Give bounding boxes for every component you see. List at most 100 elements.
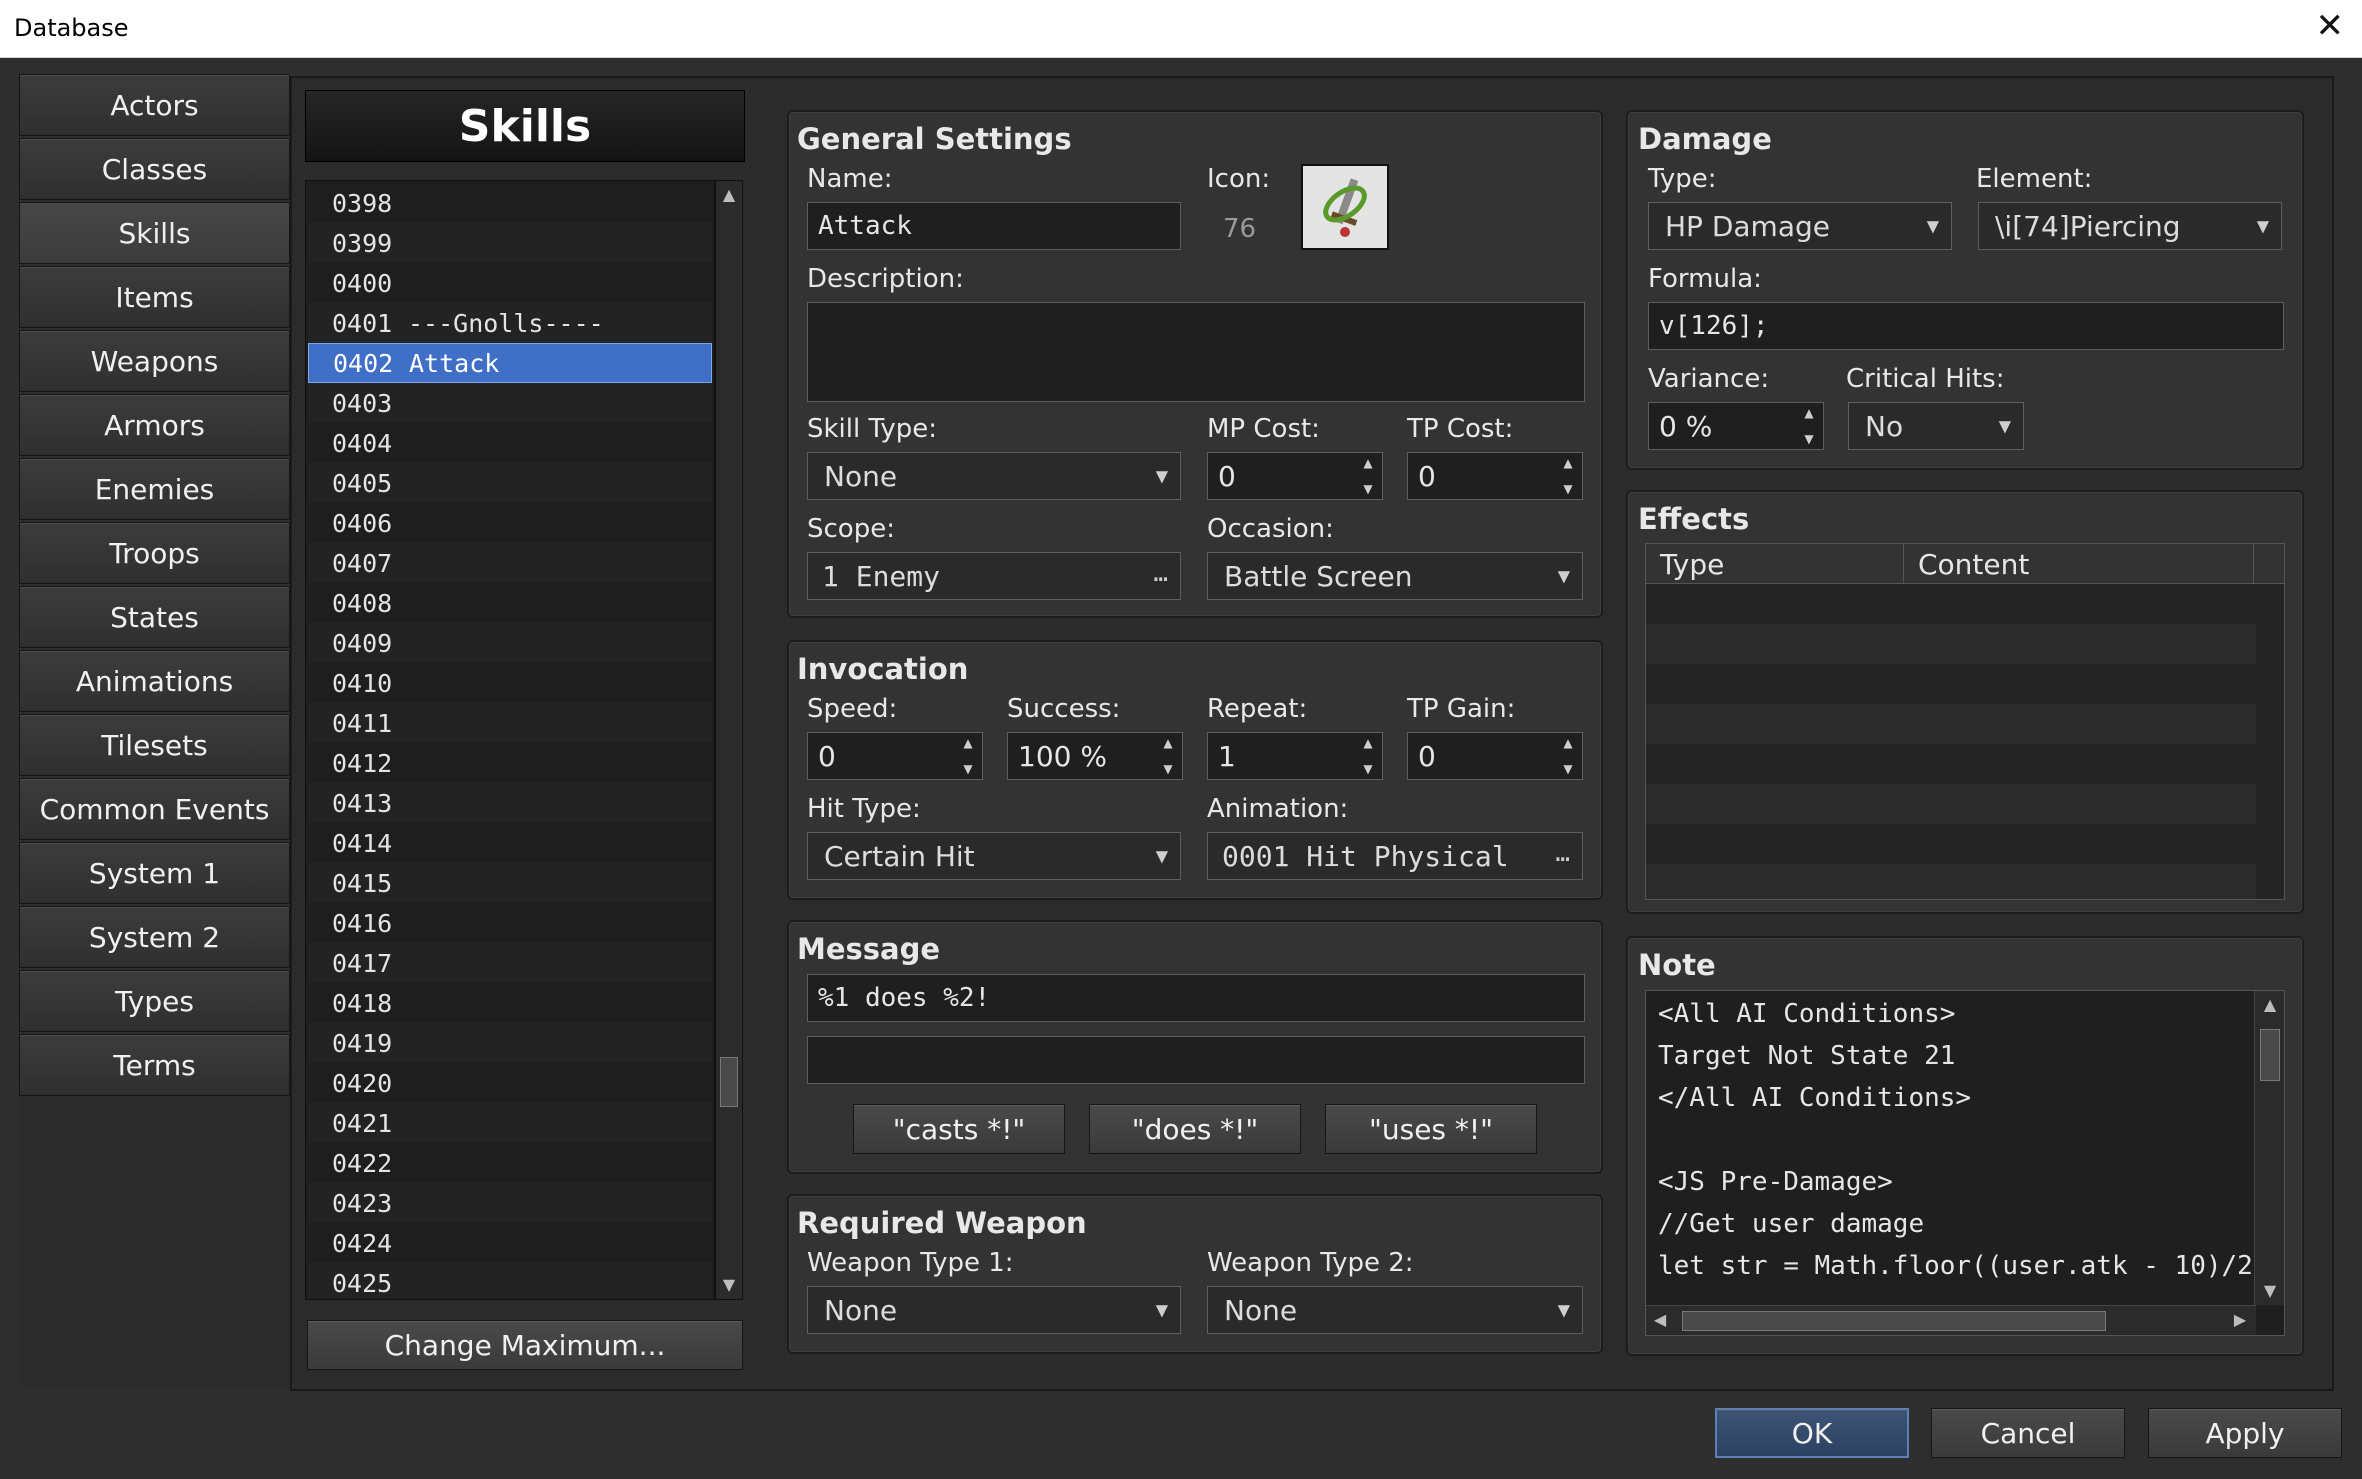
list-item[interactable]: 0413 <box>308 783 712 823</box>
name-input[interactable]: Attack <box>807 202 1181 250</box>
category-tab-common-events[interactable]: Common Events <box>19 778 290 840</box>
scroll-right-icon[interactable]: ▶ <box>2228 1306 2252 1334</box>
damage-type-select[interactable]: HP Damage ▼ <box>1648 202 1952 250</box>
scroll-thumb[interactable] <box>1682 1311 2106 1331</box>
category-tab-skills[interactable]: Skills <box>19 202 290 264</box>
table-row[interactable] <box>1646 864 2256 899</box>
category-tab-items[interactable]: Items <box>19 266 290 328</box>
success-spinner[interactable]: 100 % ▲ ▼ <box>1007 732 1183 780</box>
weapon-type2-select[interactable]: None ▼ <box>1207 1286 1583 1334</box>
does-button[interactable]: "does *!" <box>1089 1104 1301 1154</box>
variance-spinner[interactable]: 0 % ▲ ▼ <box>1648 402 1824 450</box>
list-item[interactable]: 0399 <box>308 223 712 263</box>
list-item[interactable]: 0414 <box>308 823 712 863</box>
list-item[interactable]: 0415 <box>308 863 712 903</box>
scroll-left-icon[interactable]: ◀ <box>1648 1306 1672 1334</box>
category-tab-system-1[interactable]: System 1 <box>19 842 290 904</box>
scroll-up-icon[interactable]: ▲ <box>716 181 742 209</box>
list-item[interactable]: 0409 <box>308 623 712 663</box>
category-tab-states[interactable]: States <box>19 586 290 648</box>
skills-list[interactable]: 0398 0399 0400 0401 ---Gnolls---- 0402 Attack 0… <box>305 180 715 1300</box>
list-item[interactable]: 0425 <box>308 1263 712 1299</box>
category-tab-troops[interactable]: Troops <box>19 522 290 584</box>
effects-table[interactable]: Type Content <box>1645 543 2285 900</box>
cancel-button[interactable]: Cancel <box>1931 1408 2125 1458</box>
table-row[interactable] <box>1646 664 2256 704</box>
list-item[interactable]: 0408 <box>308 583 712 623</box>
list-item[interactable]: 0421 <box>308 1103 712 1143</box>
list-item[interactable]: 0418 <box>308 983 712 1023</box>
ok-button[interactable]: OK <box>1715 1408 1909 1458</box>
critical-hits-select[interactable]: No ▼ <box>1848 402 2024 450</box>
table-row[interactable] <box>1646 704 2256 744</box>
message-line1-input[interactable]: %1 does %2! <box>807 974 1585 1022</box>
scroll-thumb[interactable] <box>2260 1029 2280 1081</box>
apply-button[interactable]: Apply <box>2148 1408 2342 1458</box>
close-icon[interactable]: ✕ <box>2316 6 2345 46</box>
list-item[interactable]: 0401 ---Gnolls---- <box>308 303 712 343</box>
scroll-down-icon[interactable]: ▼ <box>2257 1277 2283 1305</box>
list-item[interactable]: 0422 <box>308 1143 712 1183</box>
category-tab-tilesets[interactable]: Tilesets <box>19 714 290 776</box>
category-tab-classes[interactable]: Classes <box>19 138 290 200</box>
speed-spinner[interactable]: 0 ▲ ▼ <box>807 732 983 780</box>
list-item[interactable]: 0406 <box>308 503 712 543</box>
list-item[interactable]: 0410 <box>308 663 712 703</box>
list-item[interactable]: 0404 <box>308 423 712 463</box>
repeat-spinner[interactable]: 1 ▲ ▼ <box>1207 732 1383 780</box>
note-vertical-scrollbar[interactable]: ▲ ▼ <box>2254 991 2284 1305</box>
spinner-arrows-icon[interactable]: ▲ ▼ <box>1560 457 1576 495</box>
column-header-content[interactable]: Content <box>1904 544 2254 584</box>
animation-select[interactable]: 0001 Hit Physical … <box>1207 832 1583 880</box>
scope-select[interactable]: 1 Enemy … <box>807 552 1181 600</box>
table-row[interactable] <box>1646 784 2256 824</box>
category-tab-enemies[interactable]: Enemies <box>19 458 290 520</box>
list-item[interactable]: 0405 <box>308 463 712 503</box>
hit-type-select[interactable]: Certain Hit ▼ <box>807 832 1181 880</box>
spinner-arrows-icon[interactable]: ▲ ▼ <box>1560 737 1576 775</box>
column-header-type[interactable]: Type <box>1646 544 1904 584</box>
list-item[interactable]: 0417 <box>308 943 712 983</box>
list-item[interactable]: 0403 <box>308 383 712 423</box>
spinner-arrows-icon[interactable]: ▲ ▼ <box>960 737 976 775</box>
tp-gain-spinner[interactable]: 0 ▲ ▼ <box>1407 732 1583 780</box>
note-horizontal-scrollbar[interactable]: ◀ ▶ <box>1646 1305 2256 1335</box>
table-row[interactable] <box>1646 824 2256 864</box>
weapon-type1-select[interactable]: None ▼ <box>807 1286 1181 1334</box>
occasion-select[interactable]: Battle Screen ▼ <box>1207 552 1583 600</box>
list-item[interactable]: 0411 <box>308 703 712 743</box>
category-tab-armors[interactable]: Armors <box>19 394 290 456</box>
list-item[interactable]: 0402 Attack <box>308 343 712 383</box>
formula-input[interactable]: v[126]; <box>1648 302 2284 350</box>
description-input[interactable] <box>807 302 1585 402</box>
list-item[interactable]: 0400 <box>308 263 712 303</box>
category-tab-system-2[interactable]: System 2 <box>19 906 290 968</box>
note-textarea[interactable]: <All AI Conditions> Target Not State 21 </… <box>1645 990 2285 1336</box>
category-tab-types[interactable]: Types <box>19 970 290 1032</box>
scroll-up-icon[interactable]: ▲ <box>2257 991 2283 1019</box>
spinner-arrows-icon[interactable]: ▲ ▼ <box>1160 737 1176 775</box>
category-tab-animations[interactable]: Animations <box>19 650 290 712</box>
spinner-arrows-icon[interactable]: ▲ ▼ <box>1360 457 1376 495</box>
table-row[interactable] <box>1646 584 2256 624</box>
scroll-down-icon[interactable]: ▼ <box>716 1271 742 1299</box>
mp-cost-spinner[interactable]: 0 ▲ ▼ <box>1207 452 1383 500</box>
list-item[interactable]: 0407 <box>308 543 712 583</box>
change-maximum-button[interactable]: Change Maximum... <box>307 1320 743 1370</box>
table-row[interactable] <box>1646 624 2256 664</box>
category-tab-terms[interactable]: Terms <box>19 1034 290 1096</box>
skills-list-scrollbar[interactable]: ▲ ▼ <box>715 180 743 1300</box>
list-item[interactable]: 0424 <box>308 1223 712 1263</box>
casts-button[interactable]: "casts *!" <box>853 1104 1065 1154</box>
list-item[interactable]: 0423 <box>308 1183 712 1223</box>
spinner-arrows-icon[interactable]: ▲ ▼ <box>1360 737 1376 775</box>
category-tab-actors[interactable]: Actors <box>19 74 290 136</box>
list-item[interactable]: 0419 <box>308 1023 712 1063</box>
table-row[interactable] <box>1646 744 2256 784</box>
scroll-thumb[interactable] <box>720 1057 738 1107</box>
list-item[interactable]: 0416 <box>308 903 712 943</box>
element-select[interactable]: \i[74]Piercing ▼ <box>1978 202 2282 250</box>
skill-type-select[interactable]: None ▼ <box>807 452 1181 500</box>
sword-ring-icon[interactable] <box>1301 164 1389 250</box>
list-item[interactable]: 0420 <box>308 1063 712 1103</box>
